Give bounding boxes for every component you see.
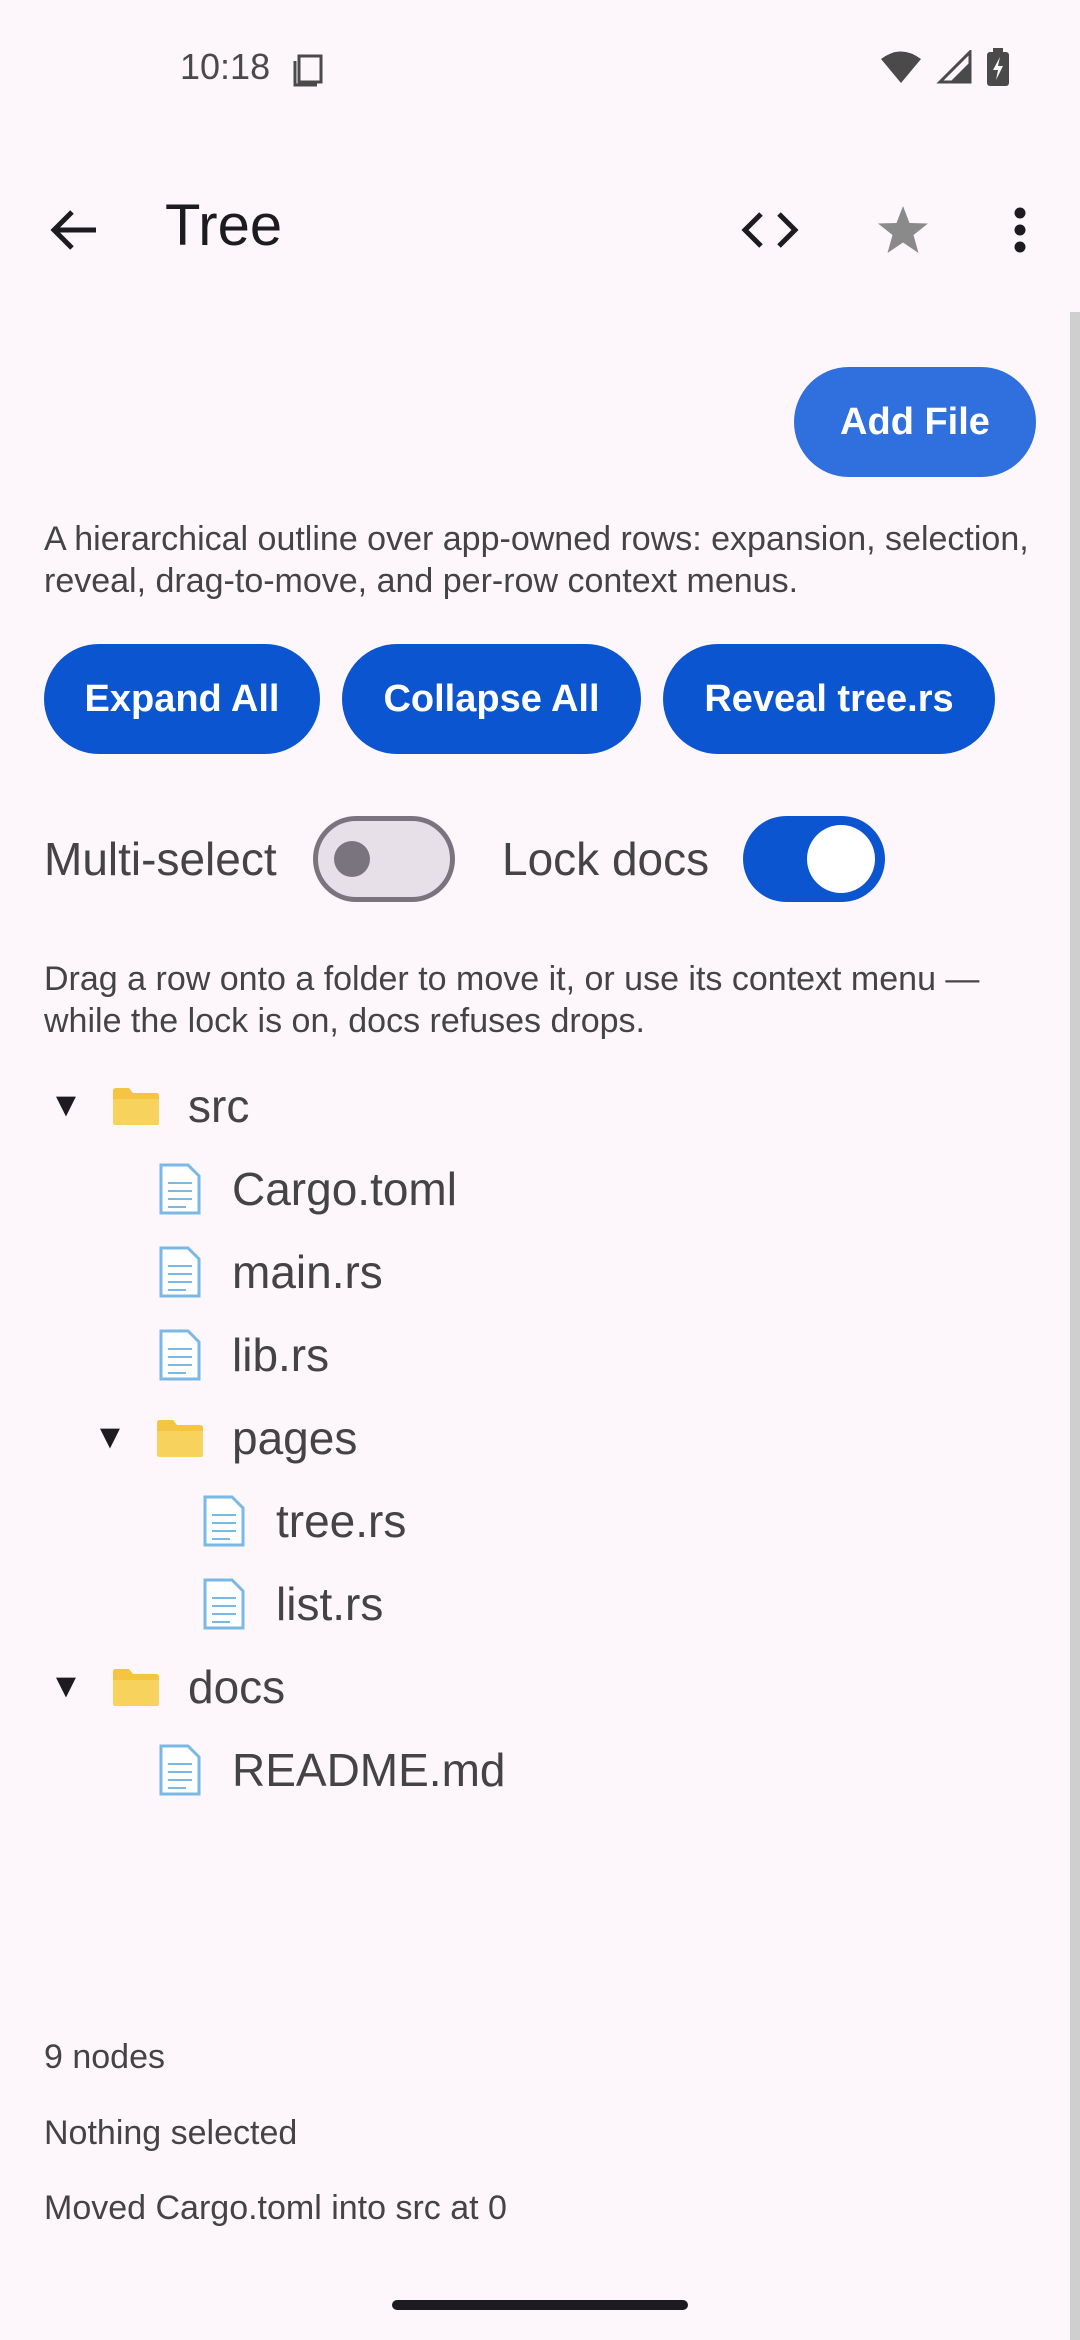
tree-node-label: lib.rs [232,1328,330,1381]
tree-row-readme-md[interactable]: README.md [154,1728,1054,1811]
hint-text: Drag a row onto a folder to move it, or … [44,960,980,1040]
file-icon [154,1744,206,1796]
expand-toggle-icon[interactable]: ▼ [44,1086,88,1125]
multi-select-label: Multi-select [44,833,277,885]
folder-icon [110,1080,162,1132]
lock-docs-switch[interactable] [743,816,885,902]
view-source-button[interactable] [735,195,805,265]
file-icon [154,1329,206,1381]
tree-node-label: main.rs [232,1245,383,1298]
file-icon [154,1163,206,1215]
toggle-row: Multi-select Lock docs [0,812,1080,902]
reveal-button[interactable]: Reveal tree.rs [663,644,995,754]
tree-node-label: README.md [232,1743,506,1796]
last-action-status: Moved Cargo.toml into src at 0 [44,2189,507,2227]
tree-row-pages[interactable]: ▼ pages [88,1396,988,1479]
switch-knob [807,825,875,893]
code-icon [741,212,799,248]
folder-icon [110,1661,162,1713]
tree-row-cargo-toml[interactable]: Cargo.toml [154,1147,1054,1230]
notification-icon [290,52,326,93]
node-count: 9 nodes [44,2038,165,2076]
tree-node-label: src [188,1079,250,1132]
tree-row-docs[interactable]: ▼ docs [44,1645,944,1728]
tree-node-label: pages [232,1411,358,1464]
more-options-button[interactable] [985,195,1055,265]
add-file-button[interactable]: Add File [794,367,1036,477]
battery-charging-icon [986,48,1010,91]
status-bar: 10:18 [0,0,1080,140]
favorite-button[interactable] [868,195,938,265]
tree-row-lib-rs[interactable]: lib.rs [154,1313,1054,1396]
tree-row-list-rs[interactable]: list.rs [198,1562,1080,1645]
file-icon [198,1495,250,1547]
scrollbar[interactable] [1070,312,1080,2340]
tree-node-label: tree.rs [276,1494,407,1547]
tree-node-label: Cargo.toml [232,1162,457,1215]
description-text: A hierarchical outline over app-owned ro… [44,520,1029,600]
page-title: Tree [165,193,283,258]
home-indicator[interactable] [392,2300,688,2310]
status-time: 10:18 [180,46,271,87]
tree-node-label: list.rs [276,1577,384,1630]
more-vert-icon [1014,207,1026,253]
back-arrow-icon [50,210,96,250]
wifi-icon [880,50,922,89]
lock-docs-label: Lock docs [502,833,710,885]
switch-knob [334,841,370,877]
star-icon [878,206,928,253]
expand-all-button[interactable]: Expand All [44,644,320,754]
back-button[interactable] [40,195,110,265]
folder-icon [154,1412,206,1464]
tree-node-label: docs [188,1660,286,1713]
tree-row-main-rs[interactable]: main.rs [154,1230,1054,1313]
tree-row-src[interactable]: ▼ src [44,1064,944,1147]
collapse-all-button[interactable]: Collapse All [342,644,641,754]
file-icon [154,1246,206,1298]
tree-row-tree-rs[interactable]: tree.rs [198,1479,1080,1562]
top-app-bar: Tree [0,170,1080,280]
status-icons [880,48,1010,91]
selection-status: Nothing selected [44,2114,298,2152]
file-icon [198,1578,250,1630]
signal-icon [936,48,972,89]
expand-toggle-icon[interactable]: ▼ [88,1418,132,1457]
multi-select-switch[interactable] [313,816,455,902]
expand-toggle-icon[interactable]: ▼ [44,1667,88,1706]
